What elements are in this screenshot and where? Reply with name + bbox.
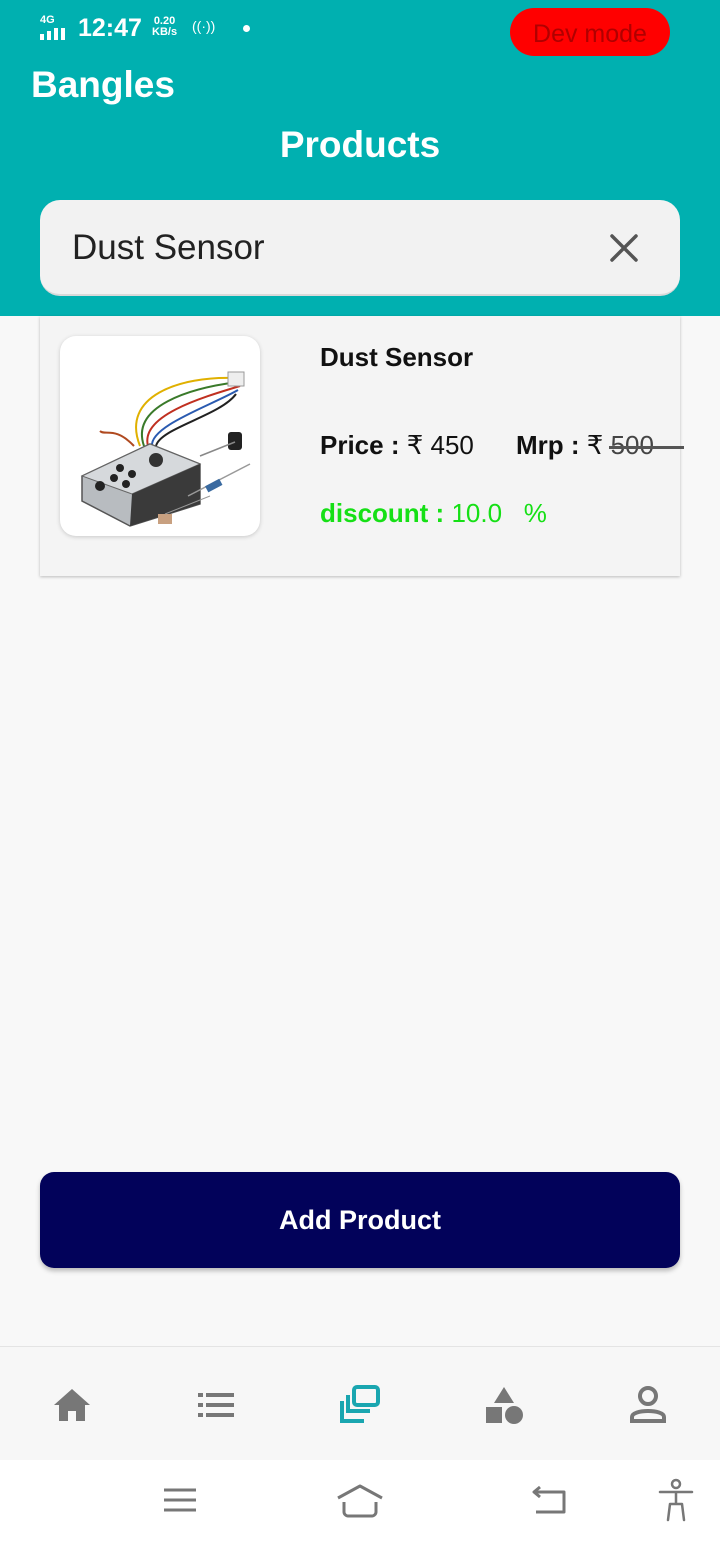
product-name: Dust Sensor: [320, 342, 474, 372]
close-icon[interactable]: [600, 224, 648, 272]
back-icon[interactable]: [526, 1478, 570, 1522]
network-speed: 0.20 KB/s: [152, 15, 178, 38]
products-icon[interactable]: [338, 1383, 382, 1427]
menu-icon[interactable]: [158, 1478, 202, 1522]
system-navigation-bar: [0, 1460, 720, 1544]
bottom-navigation: [0, 1346, 720, 1460]
add-product-button[interactable]: Add Product: [40, 1172, 680, 1268]
app-name: Bangles: [31, 64, 175, 105]
search-bar: [40, 200, 680, 296]
product-image: [60, 336, 260, 536]
home-button-icon[interactable]: [336, 1478, 384, 1522]
search-input[interactable]: [72, 222, 592, 274]
list-icon[interactable]: [194, 1383, 238, 1427]
app-header: 4G 12:47 0.20 KB/s ((·)) Dev mode Bangle…: [0, 0, 720, 316]
signal-icon: 4G: [40, 14, 72, 40]
mrp-strikethrough-value: 500: [610, 430, 654, 460]
page-title: Products: [279, 124, 441, 165]
product-discount: discount : 10.0 %: [320, 498, 547, 528]
home-icon[interactable]: [50, 1383, 94, 1427]
clock: 12:47: [78, 14, 142, 42]
accessibility-icon[interactable]: [654, 1478, 698, 1522]
network-type: 4G: [40, 14, 55, 26]
profile-icon[interactable]: [626, 1383, 670, 1427]
status-bar: 4G 12:47 0.20 KB/s ((·)) Dev mode: [0, 0, 720, 60]
dust-sensor-image: [80, 371, 251, 527]
categories-icon[interactable]: [482, 1383, 526, 1427]
product-mrp: Mrp : ₹ 500: [516, 430, 654, 460]
dev-mode-badge[interactable]: Dev mode: [510, 8, 670, 56]
notification-dot-icon: [243, 25, 250, 32]
hotspot-icon: ((·)): [192, 18, 216, 34]
product-price: Price : ₹ 450: [320, 430, 474, 460]
product-card[interactable]: Dust Sensor Price : ₹ 450 Mrp : ₹ 500 di…: [40, 316, 680, 576]
